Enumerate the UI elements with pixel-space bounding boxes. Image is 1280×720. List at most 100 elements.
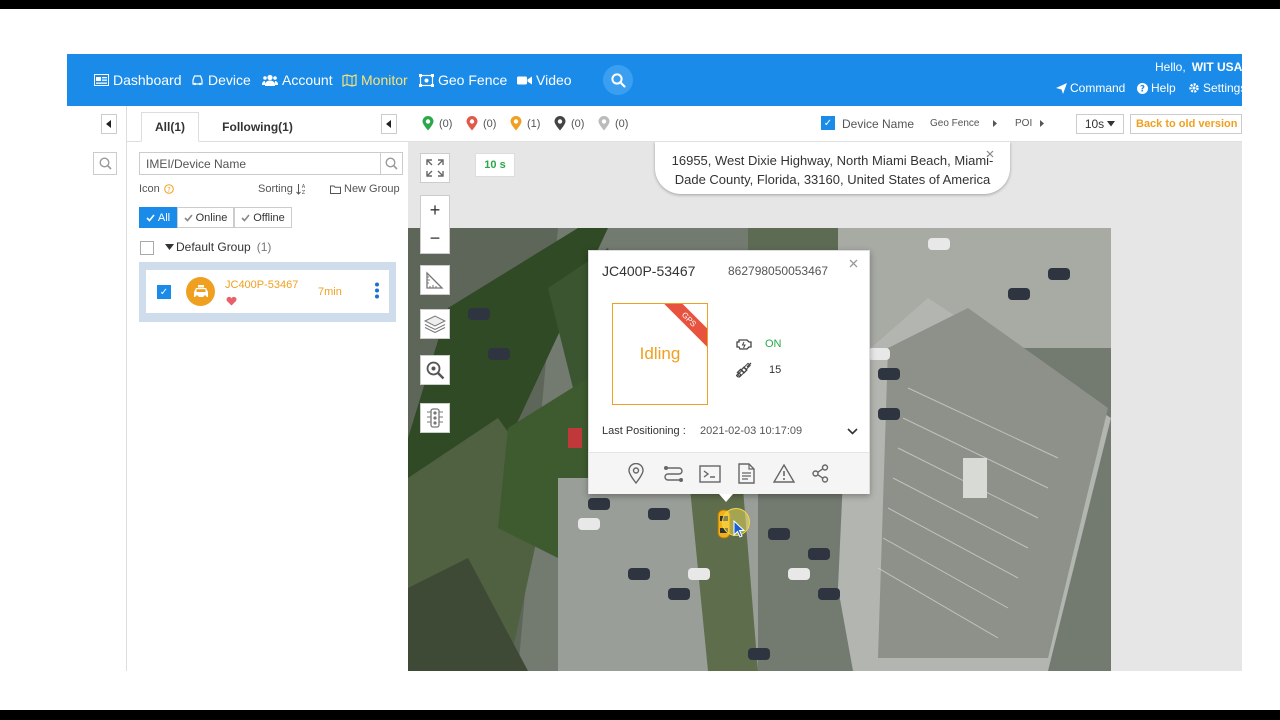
nav-monitor[interactable]: Monitor (342, 71, 408, 89)
location-pin-icon (510, 116, 522, 131)
device-info-popup: JC400P-53467 862798050053467 Idling GPS … (588, 250, 870, 502)
command-link[interactable]: Command (1056, 81, 1125, 95)
marker-count-static: (0) (571, 117, 585, 130)
nav-account[interactable]: Account (262, 71, 333, 89)
engine-icon (736, 339, 752, 350)
device-checkbox[interactable]: ✓ (157, 285, 171, 299)
nav-device[interactable]: Device (191, 71, 251, 89)
device-search-button[interactable] (380, 153, 402, 174)
ruler-button[interactable] (420, 265, 450, 295)
close-icon[interactable] (986, 150, 994, 158)
zoom-out-button[interactable]: − (420, 224, 450, 254)
group-row[interactable]: Default Group (1) (165, 240, 271, 254)
marker-filter-alarm[interactable]: (0) (466, 116, 496, 131)
check-icon (146, 213, 155, 222)
filter-all[interactable]: All (139, 207, 177, 228)
location-search-button[interactable] (420, 355, 450, 385)
app-window: Dashboard Device Account Monitor Geo Fen… (67, 54, 1242, 671)
more-vertical-icon[interactable] (374, 282, 380, 299)
chevron-down-icon[interactable] (847, 428, 858, 435)
poi-label: POI (1015, 118, 1033, 129)
icon-label: Icon (139, 183, 160, 195)
group-checkbox[interactable] (140, 241, 154, 255)
greeting-label: Hello, (1155, 60, 1186, 74)
poi-dropdown[interactable]: POI (1015, 118, 1045, 129)
marker-count-offline: (0) (615, 117, 629, 130)
svg-text:Z: Z (302, 190, 306, 195)
back-old-version-button[interactable]: Back to old version (1130, 114, 1242, 134)
ruler-icon (426, 271, 444, 289)
geo-fence-dropdown[interactable]: Geo Fence (930, 118, 998, 129)
zoom-in-button[interactable]: + (420, 195, 450, 225)
check-icon (184, 213, 193, 222)
status-box: Idling GPS (612, 303, 708, 405)
share-icon[interactable] (812, 464, 829, 483)
collapse-device-panel-button[interactable] (381, 114, 397, 134)
map-layers-button[interactable] (420, 309, 450, 339)
nav-dashboard[interactable]: Dashboard (94, 71, 182, 89)
marker-filter-idling[interactable]: (1) (510, 116, 540, 131)
device-list-item[interactable]: ✓ JC400P-53467 7min (146, 270, 389, 313)
nav-dashboard-label: Dashboard (113, 72, 182, 88)
filter-online[interactable]: Online (177, 207, 234, 228)
sorting-button[interactable]: Sorting AZ (258, 183, 307, 195)
close-icon[interactable] (849, 259, 858, 268)
device-name-toggle-label[interactable]: Device Name (842, 117, 914, 131)
minus-icon: − (429, 228, 441, 248)
heart-icon[interactable] (226, 296, 237, 306)
device-avatar (186, 277, 215, 306)
device-name[interactable]: JC400P-53467 (225, 279, 298, 291)
nav-video[interactable]: Video (517, 71, 572, 89)
caret-right-icon (993, 120, 998, 127)
marker-filter-offline[interactable]: (0) (598, 116, 628, 131)
new-group-button[interactable]: New Group (330, 183, 400, 195)
alert-icon[interactable] (773, 464, 795, 483)
settings-label: Settings (1203, 81, 1242, 95)
user-name[interactable]: WIT USA (1192, 60, 1242, 74)
tab-following[interactable]: Following(1) (205, 112, 310, 142)
device-tabs: All(1) Following(1) (127, 106, 408, 142)
terminal-command-icon[interactable] (699, 465, 721, 483)
global-search-button[interactable] (603, 65, 633, 95)
nav-geo-fence[interactable]: Geo Fence (419, 71, 507, 89)
device-search-input[interactable]: IMEI/Device Name (139, 152, 403, 175)
marker-filter-moving[interactable]: (0) (422, 116, 452, 131)
group-name: Default Group (176, 240, 251, 254)
route-playback-icon[interactable] (663, 465, 684, 482)
icon-toggle[interactable]: Icon ? (139, 183, 174, 195)
marker-count-alarm: (0) (483, 117, 497, 130)
expand-icon (426, 159, 444, 177)
map-canvas[interactable]: 16955, West Dixie Highway, North Miami B… (408, 142, 1242, 671)
filter-offline[interactable]: Offline (234, 207, 292, 228)
collapsed-panel (67, 106, 127, 671)
letterbox-bottom (0, 710, 1280, 720)
popup-device-name: JC400P-53467 (602, 263, 696, 279)
video-icon (517, 76, 532, 84)
location-pin-icon[interactable] (628, 463, 644, 484)
dashboard-icon (94, 74, 109, 86)
gps-ribbon: GPS (658, 304, 707, 350)
marker-filter-static[interactable]: (0) (554, 116, 584, 131)
taxi-icon (193, 284, 208, 299)
filter-all-label: All (157, 211, 171, 224)
document-icon[interactable] (738, 463, 755, 484)
tab-all[interactable]: All(1) (141, 112, 199, 142)
last-positioning-time: 2021-02-03 10:17:09 (700, 425, 803, 437)
refresh-countdown: 10 s (475, 153, 515, 177)
collapse-left-button[interactable] (101, 114, 117, 134)
device-name-checkbox[interactable]: ✓ (821, 116, 835, 130)
check-icon (241, 213, 250, 222)
collapsed-search-button[interactable] (93, 152, 117, 175)
top-nav: Dashboard Device Account Monitor Geo Fen… (67, 54, 1242, 106)
help-label: Help (1151, 81, 1176, 95)
search-icon (98, 157, 112, 170)
help-link[interactable]: ? Help (1137, 81, 1176, 95)
letterbox-top (0, 0, 1280, 9)
settings-link[interactable]: Settings (1188, 81, 1242, 95)
traffic-button[interactable] (420, 403, 450, 433)
folder-icon (330, 185, 341, 194)
marker-count-moving: (0) (439, 117, 453, 130)
fullscreen-button[interactable] (420, 153, 450, 183)
traffic-light-icon (427, 408, 443, 428)
refresh-interval-select[interactable]: 10s (1076, 114, 1124, 134)
